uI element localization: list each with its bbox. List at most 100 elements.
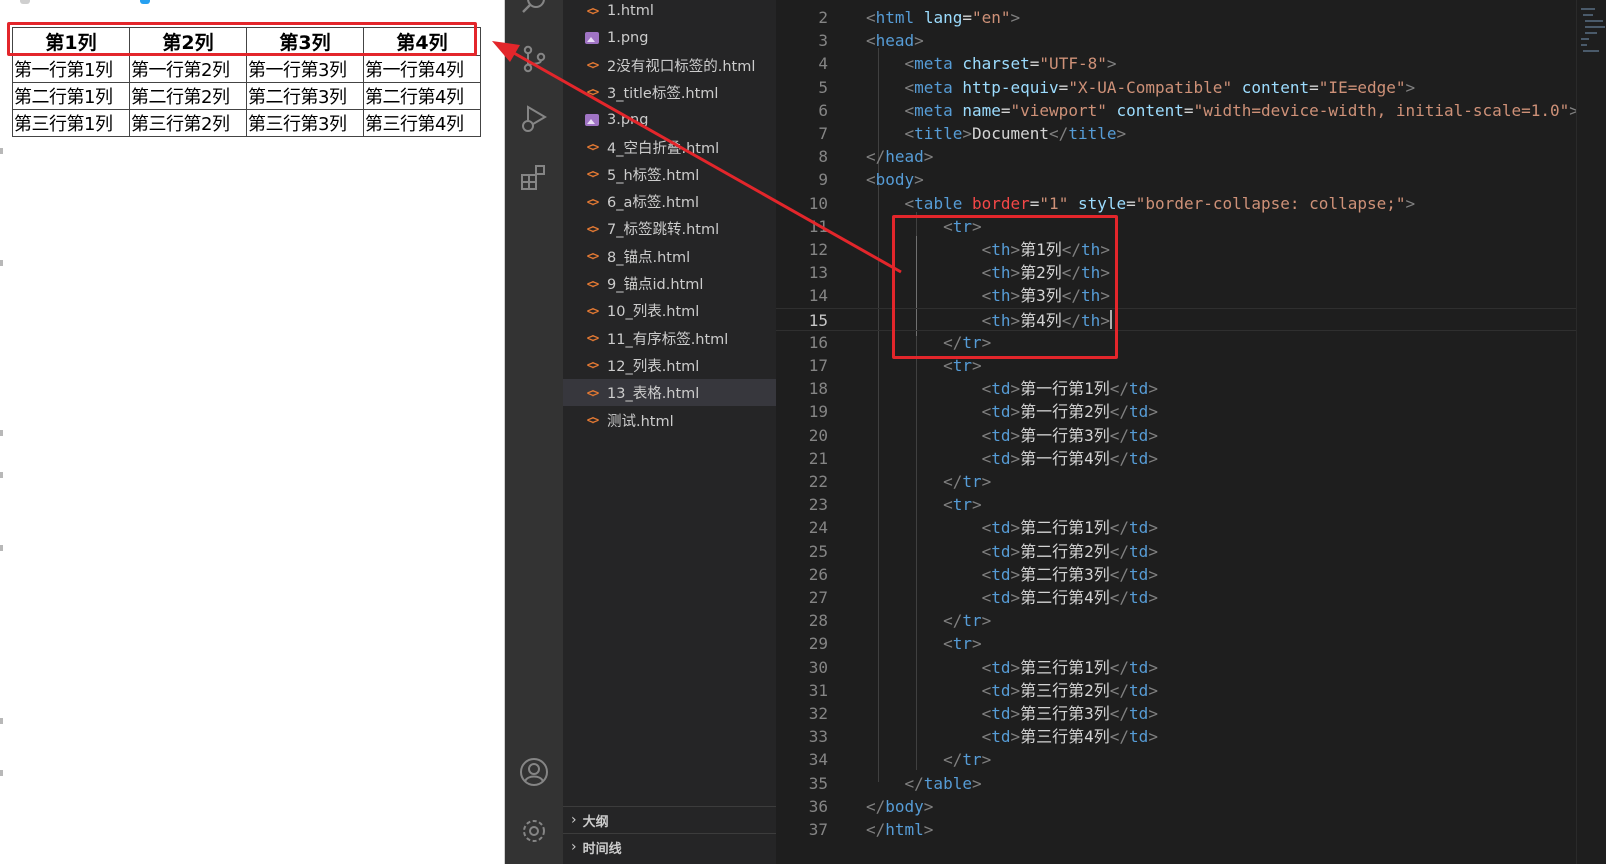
line-number: 35 <box>808 773 828 793</box>
settings-icon[interactable] <box>519 816 549 846</box>
code-text: <td>第三行第2列</td> <box>981 680 1158 700</box>
code-line[interactable]: 18 <td>第一行第1列</td> <box>776 377 1576 400</box>
code-line[interactable]: 26 <td>第二行第3列</td> <box>776 563 1576 586</box>
line-number: 27 <box>808 588 828 607</box>
code-line[interactable]: 31 <td>第三行第2列</td> <box>776 679 1576 702</box>
table-cell: 第一行第1列 <box>12 55 130 83</box>
minimap-line <box>1583 50 1599 52</box>
code-text: <td>第一行第4列</td> <box>981 448 1158 468</box>
file-item[interactable]: <> 12_列表.html <box>563 352 776 379</box>
line-number: 26 <box>808 564 828 584</box>
table-cell: 第一行第2列 <box>129 55 247 83</box>
file-item[interactable]: 1.png <box>563 24 776 51</box>
code-line[interactable]: 35 </table> <box>776 772 1576 795</box>
section-label: 大纲 <box>582 814 609 830</box>
html-file-icon: <> <box>586 221 600 236</box>
code-line[interactable]: 9 <body> <box>776 168 1576 191</box>
code-line[interactable]: 27 <td>第二行第4列</td> <box>776 586 1576 609</box>
line-number: 8 <box>818 147 828 167</box>
code-line[interactable]: 6 <meta name="viewport" content="width=d… <box>776 99 1579 122</box>
code-editor[interactable]: 2 <html lang="en"> 3 <head> 4 <meta charset=… <box>776 0 1606 864</box>
code-line[interactable]: 36 </body> <box>776 795 1576 818</box>
search-icon[interactable] <box>519 0 549 18</box>
account-icon[interactable] <box>519 757 549 787</box>
code-line[interactable]: 19 <td>第一行第2列</td> <box>776 400 1576 423</box>
browser-top-icons <box>20 0 320 4</box>
code-line[interactable]: 7 <title>Document</title> <box>776 122 1576 145</box>
file-item[interactable]: <> 8_锚点.html <box>563 243 776 270</box>
code-text: <td>第一行第1列</td> <box>981 379 1158 399</box>
code-text: <meta charset="UTF-8"> <box>904 54 1117 74</box>
code-line[interactable]: 30 <td>第三行第1列</td> <box>776 656 1576 679</box>
line-number: 12 <box>808 240 828 259</box>
th-code-highlight-box <box>892 215 1118 359</box>
line-number: 23 <box>808 495 828 515</box>
table-cell: 第二行第2列 <box>129 82 247 110</box>
code-line[interactable]: 2 <html lang="en"> <box>776 6 1576 29</box>
html-file-icon: <> <box>586 85 600 100</box>
code-line[interactable]: 34 </tr> <box>776 748 1576 771</box>
file-name: 5_h标签.html <box>607 167 700 184</box>
line-number: 11 <box>808 216 828 236</box>
file-name: 1.png <box>607 29 649 46</box>
code-line[interactable]: 37 </html> <box>776 818 1576 841</box>
code-line[interactable]: 5 <meta http-equiv="X-UA-Compatible" con… <box>776 76 1576 99</box>
html-file-icon: <> <box>586 3 600 18</box>
line-number: 22 <box>808 472 828 491</box>
file-name: 10_列表.html <box>607 304 700 321</box>
code-line[interactable]: 22 </tr> <box>776 470 1576 493</box>
file-item[interactable]: <> 5_h标签.html <box>563 161 776 188</box>
line-number: 31 <box>808 680 828 700</box>
file-item[interactable]: <> 3_title标签.html <box>563 79 776 106</box>
html-file-icon: <> <box>586 303 600 318</box>
code-text: <title>Document</title> <box>904 124 1127 143</box>
code-text: <td>第二行第3列</td> <box>981 564 1158 584</box>
run-debug-icon[interactable] <box>519 104 549 134</box>
code-text: </table> <box>904 773 982 793</box>
file-item[interactable]: <> 11_有序标签.html <box>563 325 776 352</box>
code-line[interactable]: 21 <td>第一行第4列</td> <box>776 447 1576 470</box>
code-line[interactable]: 32 <td>第三行第3列</td> <box>776 702 1576 725</box>
file-name: 13_表格.html <box>607 386 700 403</box>
code-line[interactable]: 10 <table border="1" style="border-colla… <box>776 192 1576 215</box>
file-item[interactable]: 3.png <box>563 106 776 133</box>
file-item[interactable]: <> 13_表格.html <box>563 379 776 407</box>
code-line[interactable]: 8 </head> <box>776 145 1576 168</box>
source-control-icon[interactable] <box>519 44 549 74</box>
code-line[interactable]: 24 <td>第二行第1列</td> <box>776 516 1576 539</box>
file-item[interactable]: <> 2没有视口标签的.html <box>563 52 776 79</box>
file-name: 6_a标签.html <box>607 195 699 212</box>
code-line[interactable]: 3 <head> <box>776 29 1576 52</box>
table-cell: 第二行第3列 <box>246 82 364 110</box>
code-text: <tr> <box>943 634 982 654</box>
code-text: <html lang="en"> <box>866 8 1021 27</box>
code-line[interactable]: 23 <tr> <box>776 493 1576 516</box>
minimap[interactable] <box>1576 0 1606 864</box>
image-file-icon <box>583 31 601 44</box>
line-number: 6 <box>818 100 828 120</box>
sidebar-section-1[interactable]: › 时间线 <box>563 833 776 860</box>
code-line[interactable]: 29 <tr> <box>776 632 1576 655</box>
html-file-icon: <> <box>586 194 600 209</box>
file-item[interactable]: <> 6_a标签.html <box>563 188 776 215</box>
file-item[interactable]: <> 4_空白折叠.html <box>563 134 776 161</box>
file-item[interactable]: <> 10_列表.html <box>563 297 776 324</box>
file-item[interactable]: <> 测试.html <box>563 407 776 434</box>
code-line[interactable]: 20 <td>第一行第3列</td> <box>776 424 1576 447</box>
minimap-line <box>1585 26 1605 28</box>
sidebar-section-0[interactable]: › 大纲 <box>563 806 776 833</box>
code-text: </tr> <box>943 750 992 770</box>
line-number: 2 <box>818 8 828 27</box>
code-line[interactable]: 28 </tr> <box>776 609 1576 632</box>
extensions-icon[interactable] <box>519 163 549 193</box>
code-line[interactable]: 4 <meta charset="UTF-8"> <box>776 52 1576 75</box>
file-item[interactable]: <> 7_标签跳转.html <box>563 215 776 242</box>
code-text: </body> <box>866 796 934 816</box>
code-line[interactable]: 33 <td>第三行第4列</td> <box>776 725 1576 748</box>
minimap-line <box>1585 20 1603 22</box>
code-text: </head> <box>866 147 934 167</box>
code-line[interactable]: 25 <td>第二行第2列</td> <box>776 540 1576 563</box>
chevron-right-icon: › <box>571 812 577 828</box>
file-item[interactable]: <> 1.html <box>563 0 776 24</box>
file-item[interactable]: <> 9_锚点id.html <box>563 270 776 297</box>
